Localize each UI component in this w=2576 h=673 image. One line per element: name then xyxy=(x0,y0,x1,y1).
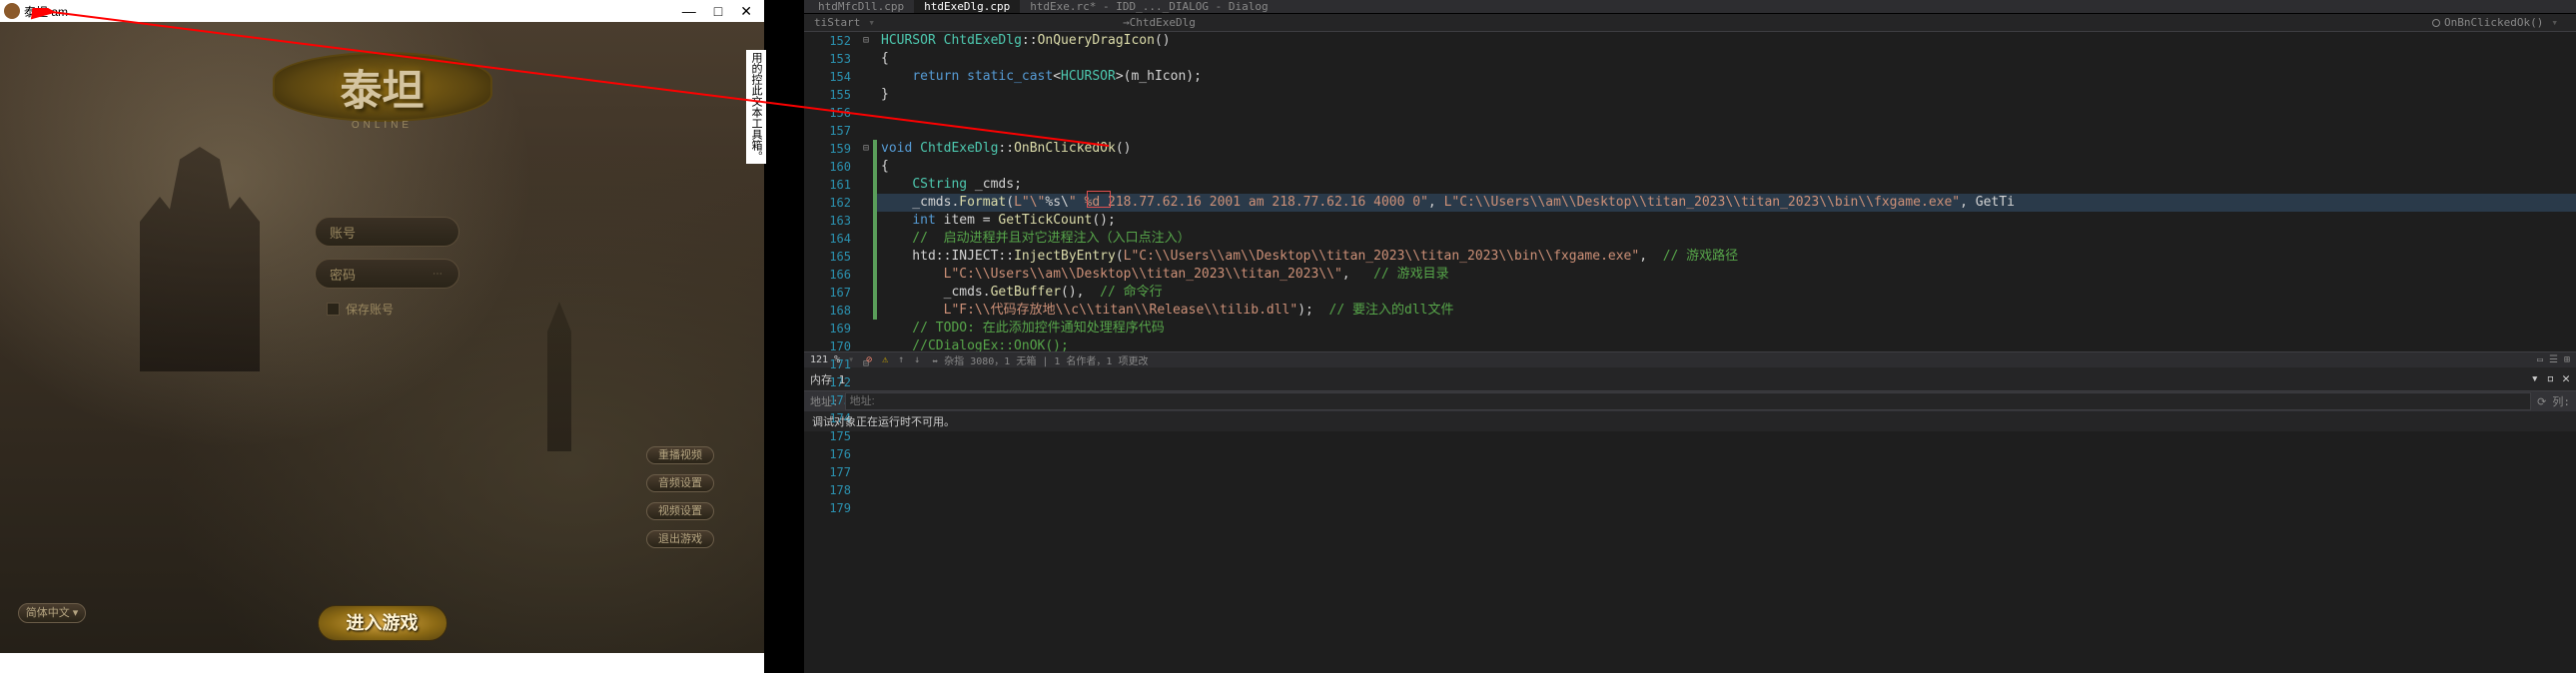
tab-1[interactable]: htdExeDlg.cpp xyxy=(914,0,1020,13)
password-field[interactable]: 密码 ⋯ xyxy=(315,259,459,289)
app-icon xyxy=(4,3,20,19)
address-input[interactable] xyxy=(845,392,2532,410)
address-label: 地址: xyxy=(810,393,839,409)
code-editor[interactable]: 1521531541551561571591601611621631641651… xyxy=(804,32,2576,351)
method-icon xyxy=(2432,19,2440,27)
status-icon-3[interactable]: ⊞ xyxy=(2564,354,2570,365)
status-icon-1[interactable]: ▭ xyxy=(2537,354,2543,365)
zoom-level[interactable]: 121 % xyxy=(810,354,840,365)
breadcrumb-method[interactable]: OnBnClickedOk() xyxy=(2444,16,2543,29)
logo-subtitle: ONLINE xyxy=(273,120,492,131)
close-button[interactable]: ✕ xyxy=(740,3,752,20)
nav-arrow-icon: → xyxy=(1123,16,1130,29)
tab-0[interactable]: htdMfcDll.cpp xyxy=(808,0,914,13)
game-content: 泰坦 ONLINE 账号 密码 ⋯ 保存账号 重播视频 音频设置 视频设置 退出… xyxy=(0,22,764,653)
video-button[interactable]: 视频设置 xyxy=(646,502,714,520)
password-label: 密码 xyxy=(330,265,356,284)
game-logo: 泰坦 ONLINE xyxy=(273,52,492,131)
save-checkbox[interactable] xyxy=(327,303,340,316)
line-gutter: 1521531541551561571591601611621631641651… xyxy=(804,32,859,351)
breadcrumb-scope1[interactable]: tiStart xyxy=(814,16,860,29)
breadcrumb: tiStart ▾ → ChtdExeDlg OnBnClickedOk() ▾ xyxy=(804,14,2576,32)
replay-button[interactable]: 重播视频 xyxy=(646,446,714,464)
visual-studio: htdMfcDll.cpp htdExeDlg.cpp htdExe.rc* -… xyxy=(804,0,2576,673)
warning-icon[interactable]: ⚠ xyxy=(878,353,892,367)
status-info: ⬌ 杂指 3080，1 无箱 | 1 名作者，1 项更改 xyxy=(932,352,1148,367)
tab-2[interactable]: htdExe.rc* - IDD_..._DIALOG - Dialog xyxy=(1020,0,1278,13)
save-label: 保存账号 xyxy=(346,301,394,318)
logo-title: 泰坦 xyxy=(340,57,424,118)
account-label: 账号 xyxy=(330,223,356,242)
status-icon-2[interactable]: ☰ xyxy=(2549,354,2558,365)
audio-button[interactable]: 音频设置 xyxy=(646,474,714,492)
down-icon[interactable]: ↓ xyxy=(910,353,924,367)
minimize-button[interactable]: — xyxy=(682,3,696,20)
memory-panel-header[interactable]: 内存 1 ▾ ▫ ✕ xyxy=(804,367,2576,391)
status-bar: 121 % ▾ ⊘ ⚠ ↑ ↓ ⬌ 杂指 3080，1 无箱 | 1 名作者，1… xyxy=(804,351,2576,367)
exit-button[interactable]: 退出游戏 xyxy=(646,530,714,548)
maximize-button[interactable]: □ xyxy=(714,3,722,20)
editor-tabs: htdMfcDll.cpp htdExeDlg.cpp htdExe.rc* -… xyxy=(804,0,2576,14)
save-account-row[interactable]: 保存账号 xyxy=(327,301,459,318)
code-text[interactable]: HCURSOR ChtdExeDlg::OnQueryDragIcon(){ r… xyxy=(877,32,2576,351)
account-field[interactable]: 账号 xyxy=(315,217,459,247)
up-icon[interactable]: ↑ xyxy=(894,353,908,367)
login-panel: 账号 密码 ⋯ 保存账号 xyxy=(315,217,459,318)
titlebar: 泰坦 am — □ ✕ xyxy=(0,0,764,22)
game-window: 泰坦 am — □ ✕ 泰坦 ONLINE 账号 密码 ⋯ 保存账号 xyxy=(0,0,764,673)
fold-column[interactable]: ⊟⊟⊟ xyxy=(859,32,873,351)
language-button[interactable]: 简体中文 ▾ xyxy=(18,603,86,623)
memory-title: 内存 1 xyxy=(810,371,845,387)
refresh-icon[interactable]: ⟳ xyxy=(2537,395,2546,408)
side-help-text: 用的控此文本工具箱。 xyxy=(746,50,766,164)
memory-address-bar: 地址: ⟳ 列: xyxy=(804,391,2576,411)
panel-menu-icon[interactable]: ▾ ▫ ✕ xyxy=(2531,371,2570,386)
columns-icon[interactable]: 列: xyxy=(2552,393,2570,409)
error-icon[interactable]: ⊘ xyxy=(862,353,876,367)
annotation-box xyxy=(1087,191,1111,208)
password-toggle-icon[interactable]: ⋯ xyxy=(432,269,444,280)
window-title: 泰坦 am xyxy=(24,3,68,20)
enter-game-button[interactable]: 进入游戏 xyxy=(318,605,447,641)
breadcrumb-class[interactable]: ChtdExeDlg xyxy=(1130,16,1196,29)
debug-message: 调试对象正在运行时不可用。 xyxy=(804,411,2576,431)
